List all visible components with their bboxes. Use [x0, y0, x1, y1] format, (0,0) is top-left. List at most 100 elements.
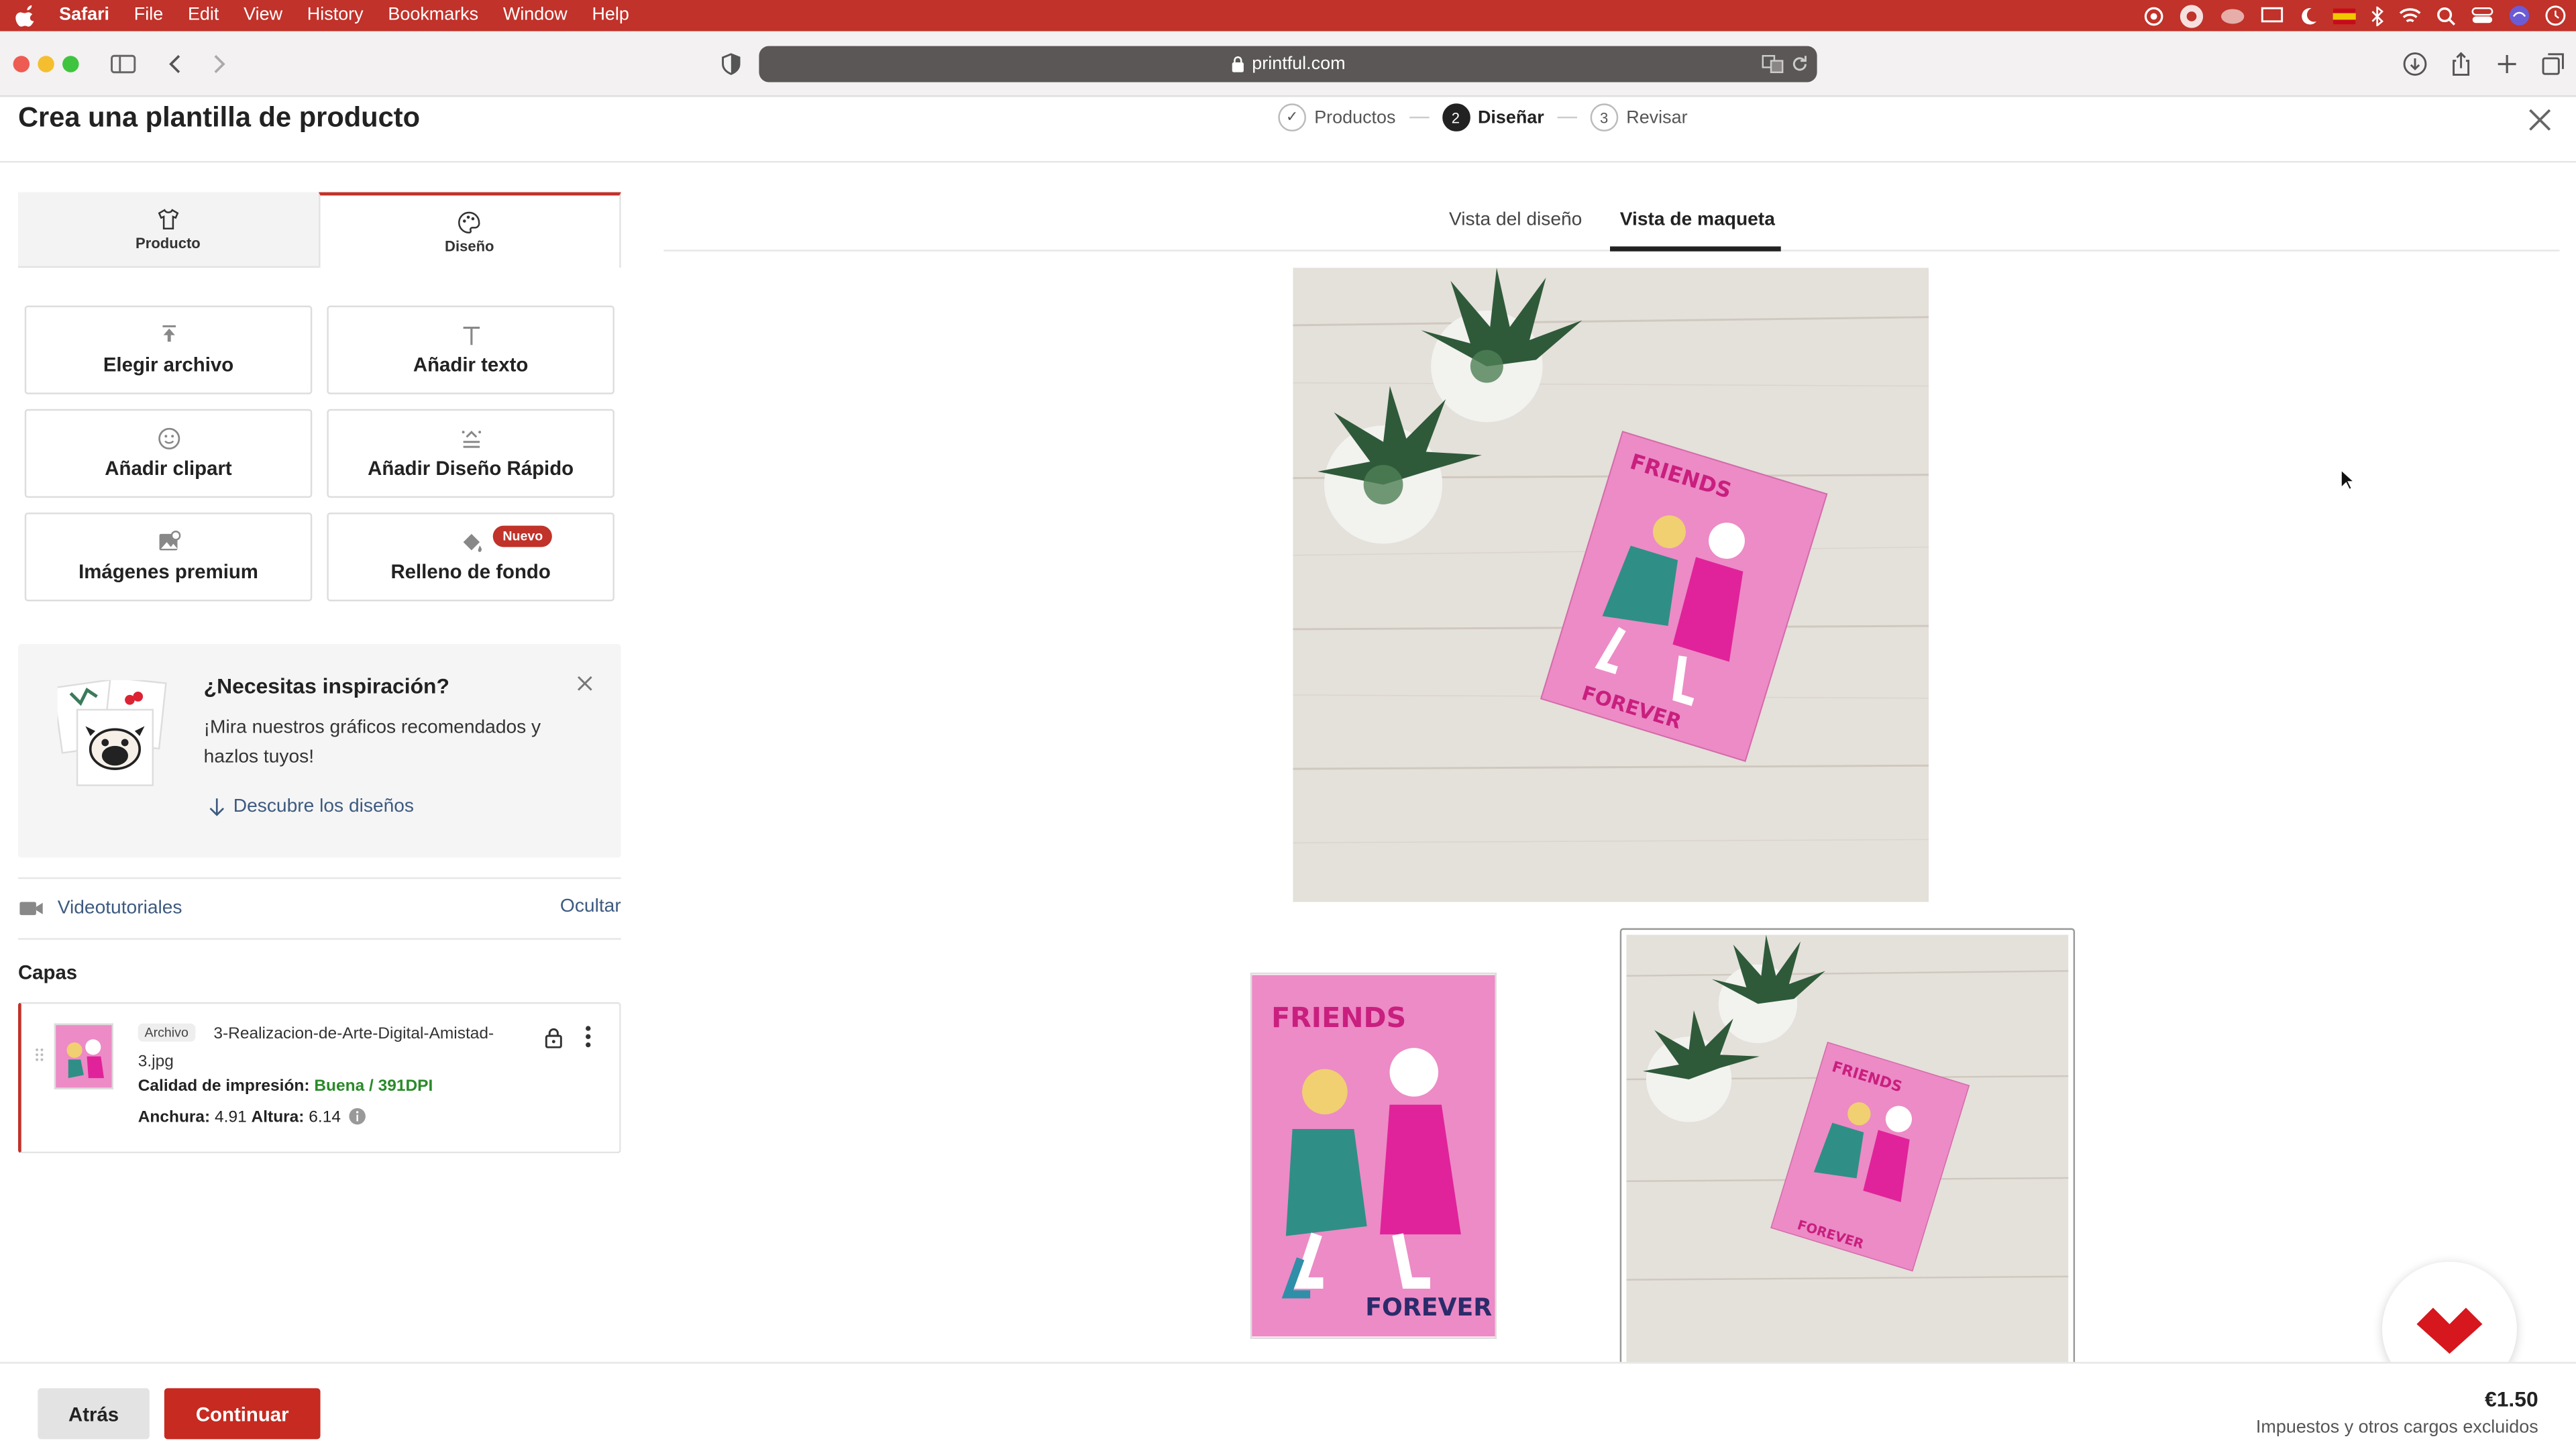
status-sync-icon[interactable] [2178, 3, 2204, 29]
menu-edit[interactable]: Edit [188, 0, 219, 32]
search-icon[interactable] [2436, 6, 2456, 25]
siri-icon[interactable] [2509, 5, 2530, 26]
printful-logo-icon [2416, 1307, 2483, 1354]
close-icon[interactable] [2527, 107, 2553, 133]
step-label: Revisar [1626, 107, 1688, 127]
status-display-icon[interactable] [2261, 7, 2284, 25]
wifi-icon[interactable] [2399, 7, 2422, 25]
apple-icon[interactable] [15, 4, 38, 27]
continue-button[interactable]: Continuar [164, 1388, 321, 1440]
height-value: 6.14 [309, 1109, 341, 1128]
inspiration-title: ¿Necesitas inspiración? [203, 674, 449, 698]
tab-overview-icon[interactable] [2540, 51, 2566, 77]
tool-label: Relleno de fondo [390, 560, 551, 584]
sidebar-icon[interactable] [110, 51, 136, 77]
menu-help[interactable]: Help [592, 0, 629, 32]
tab-design-view[interactable]: Vista del diseño [1449, 210, 1582, 229]
premium-images-button[interactable]: Imágenes premium [24, 513, 313, 602]
new-tab-icon[interactable] [2494, 51, 2520, 77]
lock-icon[interactable] [544, 1027, 564, 1049]
video-camera-icon [19, 902, 43, 916]
tab-mockup-view[interactable]: Vista de maqueta [1620, 210, 1775, 229]
mockup-thumbnail-image: FRIENDS FOREVER [1626, 934, 2069, 1366]
add-clipart-button[interactable]: Añadir clipart [24, 409, 313, 498]
inspiration-text: ¡Mira nuestros gráficos recomendados y h… [203, 718, 541, 767]
discover-designs-label: Descubre los diseños [233, 796, 415, 817]
flag-icon[interactable] [2332, 7, 2356, 24]
tab-label: Diseño [445, 237, 494, 254]
moon-icon[interactable] [2298, 6, 2318, 25]
tab-label: Producto [136, 235, 201, 252]
step-revisar[interactable]: 3 Revisar [1590, 103, 1688, 131]
tab-diseno[interactable]: Diseño [317, 192, 621, 268]
drag-handle-icon[interactable] [34, 1046, 44, 1063]
menu-file[interactable]: File [134, 0, 163, 32]
more-options-icon[interactable] [582, 1025, 595, 1048]
menu-window[interactable]: Window [503, 0, 568, 32]
menu-history[interactable]: History [307, 0, 364, 32]
step-productos[interactable]: ✓ Productos [1278, 103, 1396, 131]
info-icon[interactable] [349, 1108, 367, 1126]
layer-dimensions: Anchura: 4.91 Altura: 6.14 [138, 1108, 367, 1127]
step-indicator: ✓ Productos 2 Diseñar 3 Revisar [1278, 103, 1688, 131]
bluetooth-icon[interactable] [2371, 5, 2384, 25]
preview-view-tabs: Vista del diseño Vista de maqueta [663, 202, 2560, 252]
back-button[interactable]: Atrás [38, 1388, 150, 1440]
background-fill-button[interactable]: Nuevo Relleno de fondo [327, 513, 614, 602]
artwork-forever-text: FOREVER [1365, 1293, 1492, 1322]
quick-design-icon [461, 431, 480, 448]
add-quick-design-button[interactable]: Añadir Diseño Rápido [327, 409, 614, 498]
tool-label: Elegir archivo [103, 353, 234, 376]
page-title: Crea una plantilla de producto [17, 101, 421, 133]
tab-producto[interactable]: Producto [17, 192, 318, 268]
video-tutorials-row[interactable]: Videotutoriales Ocultar [17, 877, 621, 940]
back-arrow-icon[interactable] [162, 51, 189, 77]
discover-designs-link[interactable]: Descubre los diseños [207, 797, 414, 816]
menu-bookmarks[interactable]: Bookmarks [388, 0, 478, 32]
minimize-window-button[interactable] [38, 56, 54, 72]
tool-label: Añadir texto [413, 353, 529, 376]
new-badge: Nuevo [492, 525, 553, 547]
layers-title: Capas [17, 961, 78, 984]
clock-icon[interactable] [2545, 5, 2567, 26]
menu-app-name[interactable]: Safari [59, 0, 109, 32]
reload-icon[interactable] [1790, 54, 1809, 74]
step-divider [1557, 116, 1577, 119]
step-check-icon: ✓ [1278, 103, 1306, 131]
sidebar-tabs: Producto Diseño [17, 192, 621, 268]
price-note: Impuestos y otros cargos excluidos [2255, 1417, 2538, 1438]
close-window-button[interactable] [13, 56, 30, 72]
add-text-button[interactable]: Añadir texto [327, 305, 614, 394]
menu-view[interactable]: View [244, 0, 282, 32]
zoom-window-button[interactable] [62, 56, 79, 72]
tool-label: Añadir clipart [105, 456, 232, 480]
choose-file-button[interactable]: Elegir archivo [24, 305, 313, 394]
forward-arrow-icon[interactable] [205, 51, 231, 77]
download-icon[interactable] [2402, 51, 2428, 77]
address-bar[interactable]: printful.com [759, 46, 1817, 83]
shield-icon[interactable] [718, 51, 744, 77]
step-label: Diseñar [1477, 107, 1544, 127]
status-record-icon[interactable] [2144, 6, 2163, 25]
status-cloud-icon[interactable] [2220, 6, 2246, 25]
design-thumbnail[interactable]: FRIENDS FOREVER [1250, 972, 1497, 1339]
design-tools: Elegir archivo Añadir texto Añadir clipa… [24, 305, 616, 602]
control-center-icon[interactable] [2471, 7, 2493, 25]
mockup-thumbnail[interactable]: FRIENDS FOREVER [1619, 928, 2076, 1372]
upload-icon [162, 325, 175, 342]
layer-item[interactable]: Archivo 3-Realizacion-de-Arte-Digital-Am… [17, 1002, 621, 1154]
share-icon[interactable] [2448, 51, 2474, 77]
hide-link[interactable]: Ocultar [560, 897, 621, 916]
print-quality: Calidad de impresión: Buena / 391DPI [138, 1078, 433, 1096]
smiley-icon [157, 427, 180, 449]
height-label: Altura: [251, 1109, 305, 1128]
step-disenar[interactable]: 2 Diseñar [1442, 103, 1544, 131]
mouse-cursor-icon [2340, 468, 2356, 491]
step-label: Productos [1314, 107, 1396, 127]
browser-toolbar: printful.com [0, 31, 2576, 97]
step-number: 2 [1442, 103, 1470, 131]
tshirt-icon [158, 209, 178, 229]
translate-icon[interactable] [1761, 54, 1784, 74]
video-tutorials-label: Videotutoriales [57, 898, 182, 918]
close-icon[interactable] [577, 676, 593, 692]
